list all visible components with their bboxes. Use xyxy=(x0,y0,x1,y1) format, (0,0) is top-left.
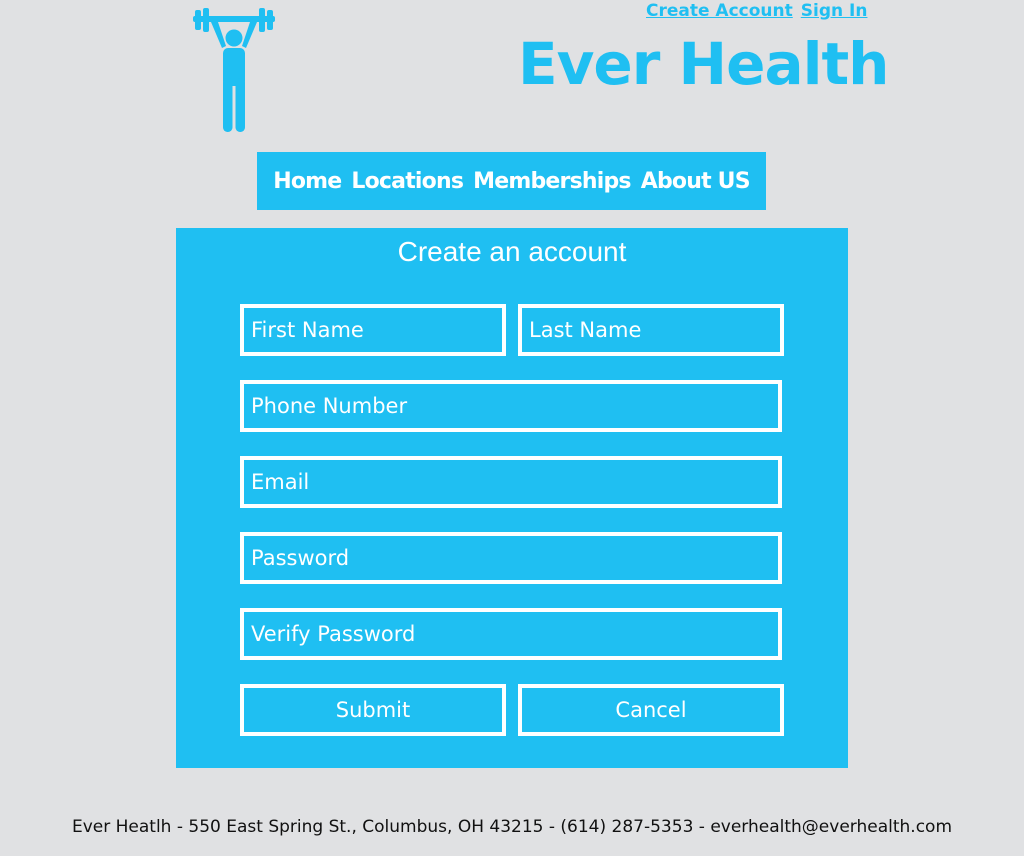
cancel-button[interactable]: Cancel xyxy=(518,684,784,736)
last-name-field[interactable] xyxy=(518,304,784,356)
main-nav: Home Locations Memberships About US xyxy=(257,152,766,210)
form-title: Create an account xyxy=(397,236,627,267)
brand-title: Ever Health xyxy=(518,30,889,98)
create-account-panel: Create an account Submit Cancel xyxy=(176,228,848,768)
nav-item-home[interactable]: Home xyxy=(273,169,342,194)
phone-number-field[interactable] xyxy=(240,380,782,432)
submit-button[interactable]: Submit xyxy=(240,684,506,736)
nav-item-locations[interactable]: Locations xyxy=(351,169,464,194)
top-links: Create Account Sign In xyxy=(646,1,867,21)
password-field[interactable] xyxy=(240,532,782,584)
footer-contact: Ever Heatlh - 550 East Spring St., Colum… xyxy=(71,817,952,837)
sign-in-link[interactable]: Sign In xyxy=(801,1,868,21)
weightlifter-icon xyxy=(193,8,275,132)
nav-item-memberships[interactable]: Memberships xyxy=(473,169,631,194)
nav-item-about-us[interactable]: About US xyxy=(641,169,751,194)
create-account-link[interactable]: Create Account xyxy=(646,1,793,21)
email-field[interactable] xyxy=(240,456,782,508)
verify-password-field[interactable] xyxy=(240,608,782,660)
first-name-field[interactable] xyxy=(240,304,506,356)
